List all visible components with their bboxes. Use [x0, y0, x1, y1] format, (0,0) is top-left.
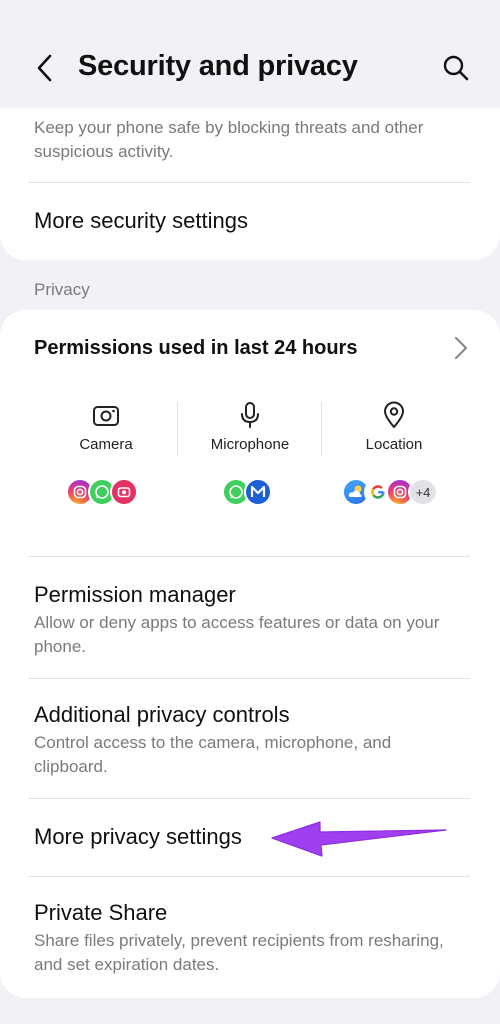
column-divider — [177, 402, 178, 456]
microphone-icon — [241, 402, 259, 428]
security-description: Keep your phone safe by blocking threats… — [34, 118, 424, 161]
privacy-section-label: Privacy — [34, 280, 90, 299]
permission-label: Microphone — [210, 436, 290, 453]
permission-manager-description: Allow or deny apps to access features or… — [34, 613, 440, 656]
camera-icon — [93, 406, 119, 426]
permission-microphone[interactable]: Microphone — [180, 400, 320, 453]
security-privacy-screen: Security and privacy Keep your phone saf… — [0, 0, 500, 1024]
column-divider — [321, 402, 322, 456]
page-title: Security and privacy — [78, 50, 358, 82]
more-apps-badge: +4 — [408, 478, 438, 506]
camera-apps-row — [66, 478, 138, 506]
permission-label: Camera — [79, 436, 133, 453]
divider — [28, 182, 470, 183]
divider — [28, 798, 470, 799]
back-button[interactable] — [28, 48, 62, 88]
chevron-left-icon — [37, 54, 52, 82]
divider — [28, 678, 470, 679]
more-security-settings-item[interactable]: More security settings — [34, 208, 248, 234]
permission-location[interactable]: Location — [324, 400, 464, 453]
additional-privacy-controls-description: Control access to the camera, microphone… — [34, 733, 392, 776]
location-pin-icon — [384, 401, 404, 428]
chevron-right-icon[interactable] — [450, 334, 472, 362]
m-app-icon — [244, 478, 272, 506]
permissions-used-title[interactable]: Permissions used in last 24 hours — [34, 337, 357, 360]
private-share-description: Share files privately, prevent recipient… — [34, 931, 444, 974]
microphone-apps-row — [222, 478, 272, 506]
search-icon — [443, 55, 469, 81]
divider — [28, 556, 470, 557]
search-button[interactable] — [436, 48, 476, 88]
additional-privacy-controls-item[interactable]: Additional privacy controls — [34, 702, 290, 728]
permission-camera[interactable]: Camera — [36, 400, 176, 453]
annotation-arrow-icon — [271, 821, 447, 857]
more-privacy-settings-item[interactable]: More privacy settings — [34, 824, 242, 850]
location-apps-row: +4 — [342, 478, 438, 506]
permission-label: Location — [365, 436, 423, 453]
permission-manager-item[interactable]: Permission manager — [34, 582, 236, 608]
private-share-item[interactable]: Private Share — [34, 900, 167, 926]
camera-app-icon — [110, 478, 138, 506]
app-bar: Security and privacy — [0, 0, 500, 110]
divider — [28, 876, 470, 877]
